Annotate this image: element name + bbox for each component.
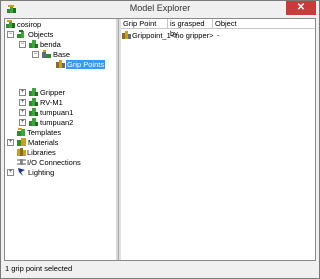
tree-item-label: Materials bbox=[28, 138, 59, 147]
cell-object: - bbox=[217, 31, 220, 40]
close-icon: ✕ bbox=[296, 2, 306, 13]
object-icon bbox=[29, 108, 38, 116]
tree-item-label: Libraries bbox=[27, 148, 56, 157]
tree-item-label: Grip Points bbox=[66, 60, 106, 69]
tree-item-label: Gripper bbox=[40, 88, 66, 97]
window-title: Model Explorer bbox=[129, 3, 191, 13]
tree-item-label: Lighting bbox=[28, 168, 55, 177]
grip-point-icon bbox=[122, 31, 131, 39]
templates-icon bbox=[17, 128, 25, 136]
column-header-grip-point[interactable]: Grip Point bbox=[121, 19, 168, 29]
cell-grip-point: Grippoint_1 bbox=[132, 31, 171, 40]
tree-item-label: benda bbox=[40, 40, 61, 49]
materials-icon bbox=[17, 138, 26, 146]
tree-item-label: RV-M1 bbox=[40, 98, 63, 107]
expand-icon[interactable]: + bbox=[19, 89, 26, 96]
expand-icon[interactable]: + bbox=[19, 109, 26, 116]
expand-icon[interactable]: + bbox=[7, 169, 14, 176]
tree-item-label: cosirop bbox=[17, 20, 42, 29]
expand-icon[interactable]: + bbox=[7, 139, 14, 146]
cell-grasped-by: <no gripper> bbox=[171, 31, 214, 40]
status-bar: 1 grip point selected bbox=[5, 264, 73, 273]
column-header-grasped-by[interactable]: is grasped by bbox=[168, 19, 213, 38]
grip-points-icon bbox=[56, 60, 65, 68]
tree-item-label: I/O Connections bbox=[27, 158, 81, 167]
io-connections-icon bbox=[17, 159, 26, 165]
explorer-client-area: cosirop − Objects − benda − Base Grip Po… bbox=[4, 18, 316, 261]
tree-item-label: tumpuan1 bbox=[40, 108, 74, 117]
collapse-icon[interactable]: − bbox=[19, 41, 26, 48]
table-row[interactable]: Grippoint_1 <no gripper> - bbox=[122, 31, 314, 40]
tree-item-label: tumpuan2 bbox=[40, 118, 74, 127]
tree-item-label: Objects bbox=[28, 30, 54, 39]
object-icon bbox=[29, 88, 38, 96]
object-icon bbox=[29, 118, 38, 126]
model-explorer-window: Model Explorer ✕ cosirop − Objects − ben… bbox=[0, 0, 320, 279]
close-button[interactable]: ✕ bbox=[286, 1, 316, 15]
base-icon bbox=[42, 50, 51, 58]
lighting-icon bbox=[18, 168, 25, 176]
libraries-icon bbox=[17, 148, 26, 156]
robot-cell-icon bbox=[6, 20, 15, 28]
column-header-object[interactable]: Object bbox=[213, 19, 315, 29]
expand-icon[interactable]: + bbox=[19, 119, 26, 126]
grip-points-list[interactable]: Grip Point is grasped by Object Grippoin… bbox=[121, 19, 315, 260]
collapse-icon[interactable]: − bbox=[32, 51, 39, 58]
tree-item-label: Base bbox=[53, 50, 71, 59]
objects-icon bbox=[17, 30, 24, 38]
collapse-icon[interactable]: − bbox=[7, 31, 14, 38]
tree-item-label: Templates bbox=[27, 128, 62, 137]
object-icon bbox=[29, 98, 38, 106]
title-bar[interactable]: Model Explorer ✕ bbox=[1, 1, 319, 17]
expand-icon[interactable]: + bbox=[19, 99, 26, 106]
object-icon bbox=[29, 40, 38, 48]
object-tree[interactable]: cosirop − Objects − benda − Base Grip Po… bbox=[5, 19, 118, 260]
